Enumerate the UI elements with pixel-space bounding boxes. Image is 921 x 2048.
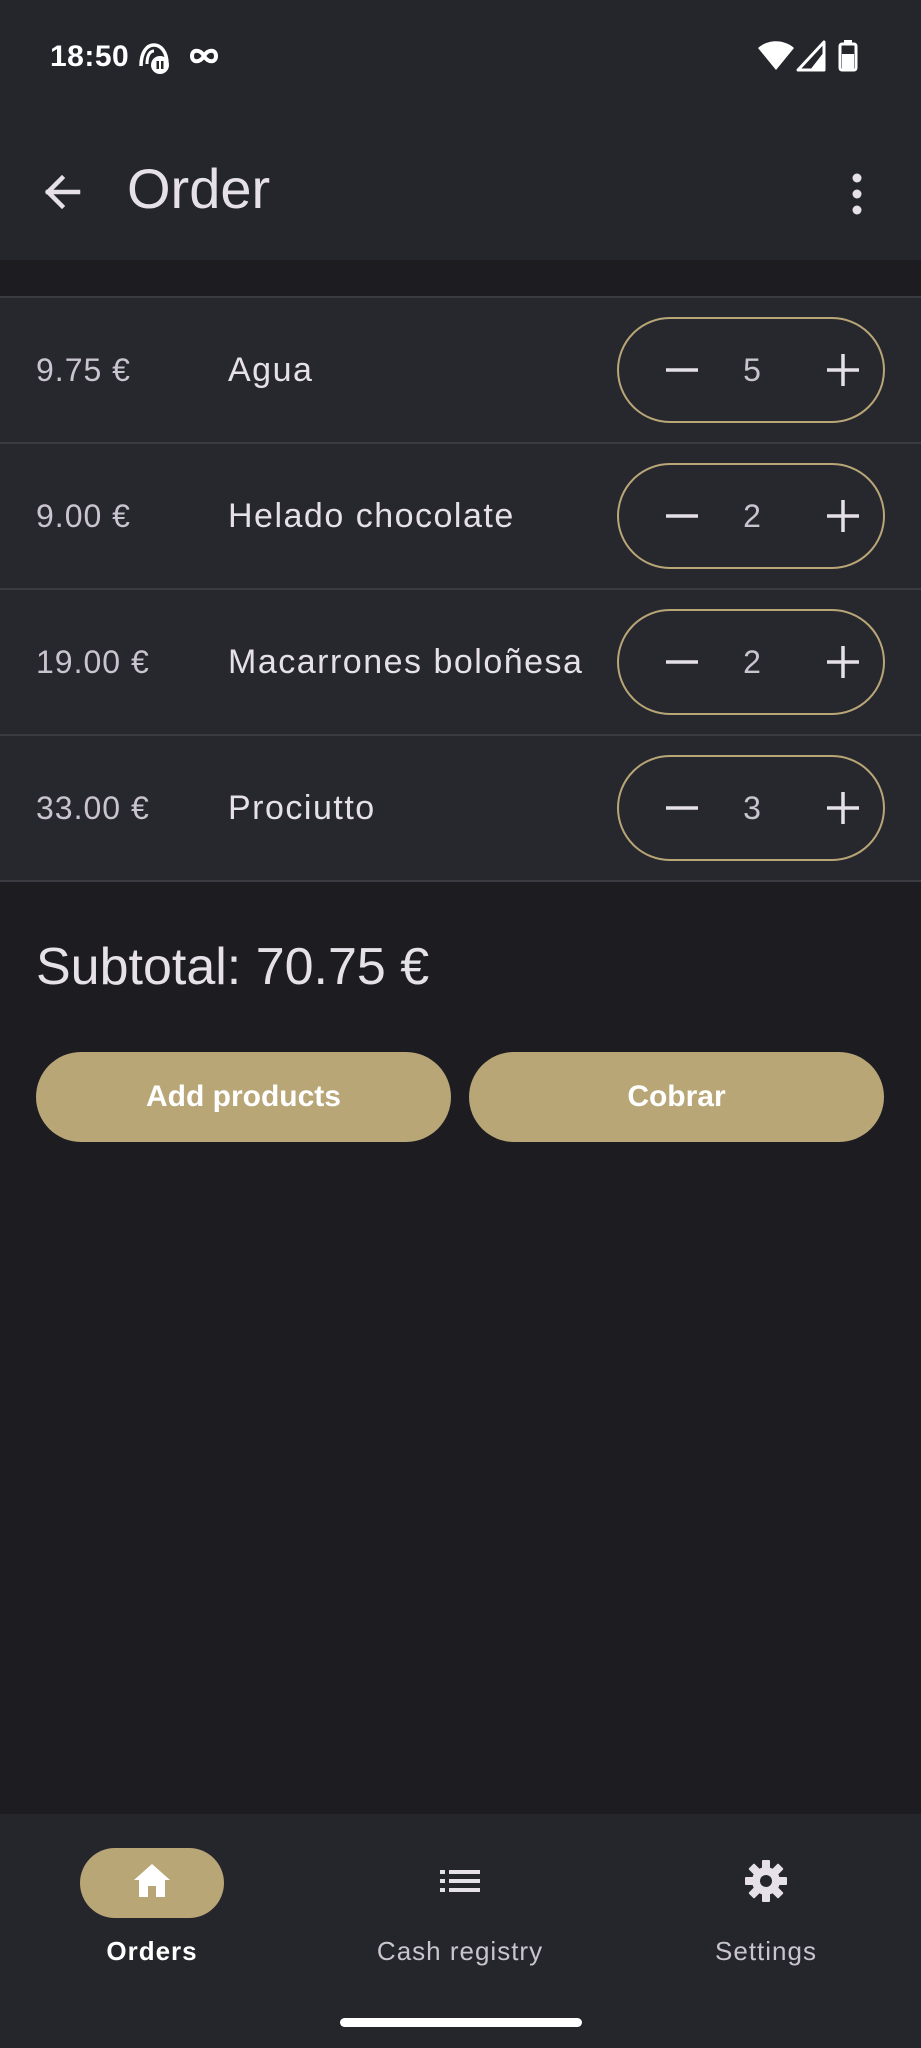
plus-icon[interactable] (813, 340, 873, 400)
home-icon (130, 1859, 174, 1908)
bottom-navigation: Orders Cash registry Settings (0, 1814, 921, 2048)
plus-icon[interactable] (813, 486, 873, 546)
item-name: Macarrones boloñesa (228, 642, 584, 681)
quantity-stepper: 2 (617, 463, 885, 569)
battery-icon (838, 40, 858, 77)
nav-label-settings: Settings (715, 1936, 817, 1966)
nav-item-cash-registry[interactable]: Cash registry (350, 1846, 590, 1976)
notification-icon (137, 40, 171, 79)
plus-icon[interactable] (813, 778, 873, 838)
order-list: 9.75 € Agua 5 9.00 € Helado chocolate 2 (0, 296, 921, 882)
subtotal: Subtotal: 70.75 € (36, 937, 429, 997)
status-time: 18:50 (50, 40, 130, 73)
nav-active-indicator (80, 1848, 224, 1918)
quantity-value: 2 (743, 643, 761, 680)
order-screen: 18:50 Order 9.75 € Agua 5 9.00 € Helado … (0, 0, 921, 2048)
more-vert-icon[interactable] (842, 166, 872, 222)
subtotal-value: 70.75 € (255, 938, 430, 996)
quantity-stepper: 2 (617, 609, 885, 715)
gear-icon (743, 1858, 789, 1909)
nav-icon-container (694, 1848, 838, 1918)
quantity-stepper: 5 (617, 317, 885, 423)
quantity-value: 3 (743, 789, 761, 826)
item-name: Helado chocolate (228, 496, 515, 535)
list-icon (438, 1859, 482, 1908)
item-price: 9.75 € (36, 351, 131, 388)
item-price: 9.00 € (36, 497, 131, 534)
minus-icon[interactable] (652, 340, 712, 400)
order-row: 33.00 € Prociutto 3 (0, 736, 921, 882)
infinity-icon (187, 44, 221, 73)
subtotal-label: Subtotal: (36, 938, 242, 996)
item-price: 19.00 € (36, 643, 150, 680)
wifi-icon (758, 40, 794, 77)
signal-icon (796, 40, 826, 77)
quantity-value: 5 (743, 351, 761, 388)
nav-icon-container (388, 1848, 532, 1918)
order-row: 19.00 € Macarrones boloñesa 2 (0, 590, 921, 736)
item-price: 33.00 € (36, 789, 150, 826)
nav-item-settings[interactable]: Settings (656, 1846, 896, 1976)
item-name: Prociutto (228, 788, 376, 827)
page-title: Order (127, 157, 271, 220)
quantity-value: 2 (743, 497, 761, 534)
minus-icon[interactable] (652, 778, 712, 838)
add-products-button[interactable]: Add products (36, 1052, 451, 1142)
nav-item-orders[interactable]: Orders (42, 1846, 282, 1976)
nav-label-cash-registry: Cash registry (376, 1936, 544, 1966)
arrow-back-icon[interactable] (36, 164, 92, 220)
minus-icon[interactable] (652, 486, 712, 546)
order-row: 9.75 € Agua 5 (0, 298, 921, 444)
item-name: Agua (228, 350, 314, 389)
cobrar-button[interactable]: Cobrar (469, 1052, 884, 1142)
quantity-stepper: 3 (617, 755, 885, 861)
nav-label-orders: Orders (106, 1936, 198, 1966)
app-bar: Order (0, 116, 921, 260)
plus-icon[interactable] (813, 632, 873, 692)
home-indicator[interactable] (340, 2018, 582, 2027)
status-bar: 18:50 (0, 0, 921, 116)
minus-icon[interactable] (652, 632, 712, 692)
order-row: 9.00 € Helado chocolate 2 (0, 444, 921, 590)
